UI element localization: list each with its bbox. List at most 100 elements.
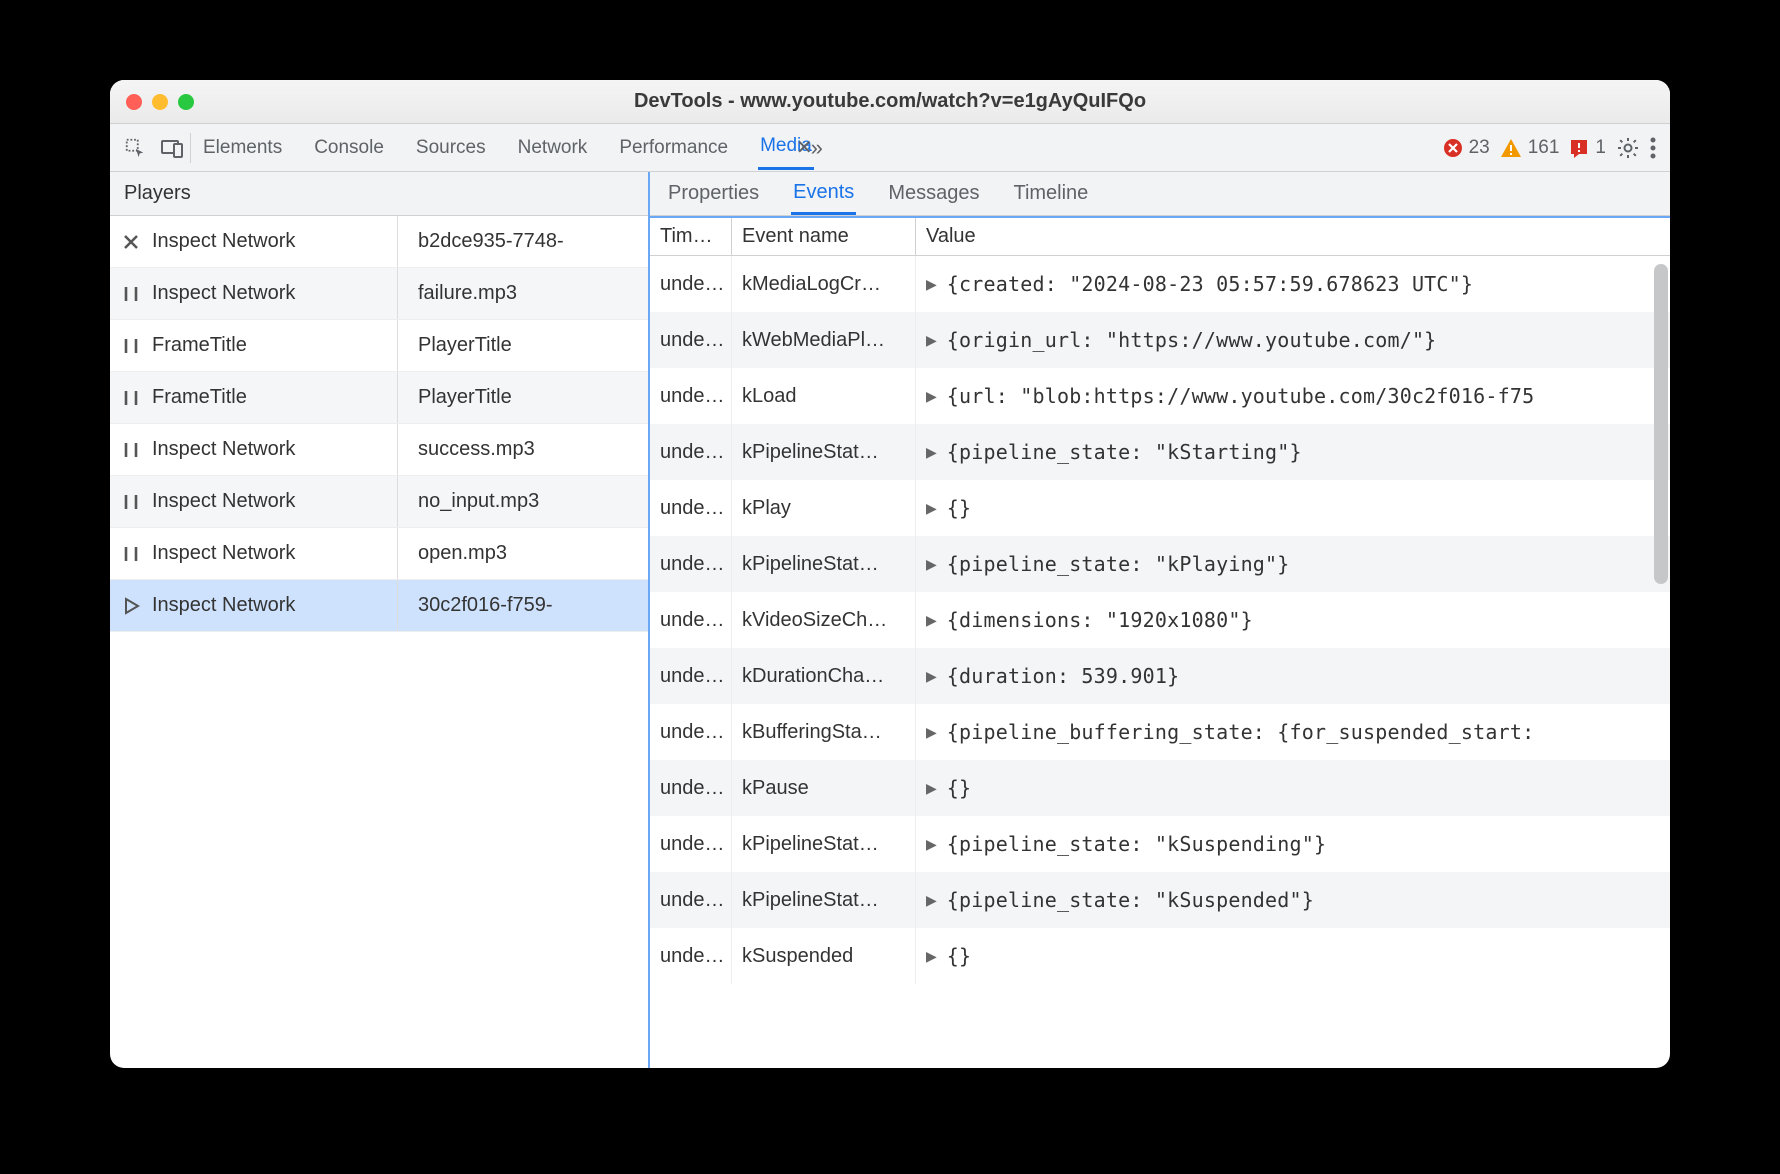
- details-tab-events[interactable]: Events: [791, 173, 856, 215]
- player-frame-title: FrameTitle: [152, 320, 398, 371]
- player-state-icon: [110, 284, 152, 304]
- player-row[interactable]: FrameTitlePlayerTitle: [110, 372, 648, 424]
- disclosure-triangle-icon[interactable]: ▶: [926, 892, 937, 909]
- error-icon: [1443, 138, 1463, 158]
- event-row[interactable]: unde…kLoad▶{url: "blob:https://www.youtu…: [650, 368, 1670, 424]
- tab-elements[interactable]: Elements: [201, 127, 284, 169]
- event-row[interactable]: unde…kPlay▶{}: [650, 480, 1670, 536]
- player-state-icon: [110, 440, 152, 460]
- event-name: kPause: [732, 760, 916, 816]
- settings-icon[interactable]: [1616, 136, 1640, 160]
- player-row[interactable]: Inspect Networksuccess.mp3: [110, 424, 648, 476]
- player-row[interactable]: Inspect Network30c2f016-f759-: [110, 580, 648, 632]
- event-timestamp: unde…: [650, 256, 732, 312]
- player-title: open.mp3: [398, 542, 648, 565]
- warning-count[interactable]: 161: [1500, 137, 1560, 159]
- player-state-icon: [110, 544, 152, 564]
- player-title: PlayerTitle: [398, 386, 648, 409]
- event-timestamp: unde…: [650, 816, 732, 872]
- event-row[interactable]: unde…kPipelineStat…▶{pipeline_state: "kP…: [650, 536, 1670, 592]
- disclosure-triangle-icon[interactable]: ▶: [926, 668, 937, 685]
- event-timestamp: unde…: [650, 704, 732, 760]
- col-value-header[interactable]: Value: [916, 218, 1670, 255]
- event-value: ▶{pipeline_state: "kPlaying"}: [916, 536, 1670, 592]
- event-timestamp: unde…: [650, 928, 732, 984]
- events-table-header: Tim… Event name Value: [650, 216, 1670, 256]
- window-title: DevTools - www.youtube.com/watch?v=e1gAy…: [110, 90, 1670, 113]
- disclosure-triangle-icon[interactable]: ▶: [926, 444, 937, 461]
- details-panel: Properties Events Messages Timeline Tim… Ev…: [650, 172, 1670, 1068]
- event-value: ▶{pipeline_state: "kSuspended"}: [916, 872, 1670, 928]
- event-row[interactable]: unde…kVideoSizeCh…▶{dimensions: "1920x10…: [650, 592, 1670, 648]
- event-value: ▶{url: "blob:https://www.youtube.com/30c…: [916, 368, 1670, 424]
- event-name: kBufferingSta…: [732, 704, 916, 760]
- details-tab-properties[interactable]: Properties: [666, 174, 761, 213]
- col-event-header[interactable]: Event name: [732, 218, 916, 255]
- player-title: 30c2f016-f759-: [398, 594, 648, 617]
- disclosure-triangle-icon[interactable]: ▶: [926, 836, 937, 853]
- event-timestamp: unde…: [650, 480, 732, 536]
- event-row[interactable]: unde…kWebMediaPl…▶{origin_url: "https://…: [650, 312, 1670, 368]
- disclosure-triangle-icon[interactable]: ▶: [926, 332, 937, 349]
- event-row[interactable]: unde…kDurationCha…▶{duration: 539.901}: [650, 648, 1670, 704]
- tab-network[interactable]: Network: [516, 127, 590, 169]
- disclosure-triangle-icon[interactable]: ▶: [926, 556, 937, 573]
- event-row[interactable]: unde…kSuspended▶{}: [650, 928, 1670, 984]
- disclosure-triangle-icon[interactable]: ▶: [926, 612, 937, 629]
- issues-count[interactable]: 1: [1569, 137, 1606, 159]
- titlebar: DevTools - www.youtube.com/watch?v=e1gAy…: [110, 80, 1670, 124]
- disclosure-triangle-icon[interactable]: ▶: [926, 500, 937, 517]
- disclosure-triangle-icon[interactable]: ▶: [926, 724, 937, 741]
- scrollbar-thumb[interactable]: [1654, 264, 1668, 584]
- tab-sources[interactable]: Sources: [414, 127, 488, 169]
- event-row[interactable]: unde…kPipelineStat…▶{pipeline_state: "kS…: [650, 816, 1670, 872]
- event-row[interactable]: unde…kMediaLogCr…▶{created: "2024-08-23 …: [650, 256, 1670, 312]
- event-name: kLoad: [732, 368, 916, 424]
- player-frame-title: Inspect Network: [152, 528, 398, 579]
- player-title: no_input.mp3: [398, 490, 648, 513]
- col-timestamp-header[interactable]: Tim…: [650, 218, 732, 255]
- player-title: b2dce935-7748-: [398, 230, 648, 253]
- player-frame-title: Inspect Network: [152, 476, 398, 527]
- event-value: ▶{pipeline_buffering_state: {for_suspend…: [916, 704, 1670, 760]
- tab-console[interactable]: Console: [312, 127, 386, 169]
- event-name: kPipelineStat…: [732, 872, 916, 928]
- event-value: ▶{}: [916, 480, 1670, 536]
- player-frame-title: Inspect Network: [152, 268, 398, 319]
- kebab-menu-icon[interactable]: [1650, 137, 1656, 159]
- player-title: failure.mp3: [398, 282, 648, 305]
- issues-icon: [1569, 138, 1589, 158]
- event-row[interactable]: unde…kPipelineStat…▶{pipeline_state: "kS…: [650, 424, 1670, 480]
- disclosure-triangle-icon[interactable]: ▶: [926, 780, 937, 797]
- event-value: ▶{}: [916, 928, 1670, 984]
- device-toolbar-icon[interactable]: [160, 137, 184, 159]
- details-tab-messages[interactable]: Messages: [886, 174, 981, 213]
- player-row[interactable]: Inspect Networkfailure.mp3: [110, 268, 648, 320]
- disclosure-triangle-icon[interactable]: ▶: [926, 388, 937, 405]
- player-state-icon: [110, 336, 152, 356]
- player-row[interactable]: Inspect Networkb2dce935-7748-: [110, 216, 648, 268]
- tab-performance[interactable]: Performance: [617, 127, 730, 169]
- event-timestamp: unde…: [650, 760, 732, 816]
- more-tabs-icon[interactable]: »: [811, 135, 823, 161]
- event-value: ▶{pipeline_state: "kSuspending"}: [916, 816, 1670, 872]
- event-timestamp: unde…: [650, 424, 732, 480]
- error-count[interactable]: 23: [1443, 137, 1490, 159]
- event-row[interactable]: unde…kBufferingSta…▶{pipeline_buffering_…: [650, 704, 1670, 760]
- disclosure-triangle-icon[interactable]: ▶: [926, 948, 937, 965]
- event-value: ▶{dimensions: "1920x1080"}: [916, 592, 1670, 648]
- event-name: kDurationCha…: [732, 648, 916, 704]
- player-row[interactable]: FrameTitlePlayerTitle: [110, 320, 648, 372]
- disclosure-triangle-icon[interactable]: ▶: [926, 276, 937, 293]
- player-row[interactable]: Inspect Networkno_input.mp3: [110, 476, 648, 528]
- devtools-window: DevTools - www.youtube.com/watch?v=e1gAy…: [110, 80, 1670, 1068]
- inspect-element-icon[interactable]: [124, 137, 146, 159]
- event-row[interactable]: unde…kPipelineStat…▶{pipeline_state: "kS…: [650, 872, 1670, 928]
- event-timestamp: unde…: [650, 536, 732, 592]
- event-timestamp: unde…: [650, 592, 732, 648]
- details-tab-timeline[interactable]: Timeline: [1011, 174, 1090, 213]
- players-header: Players: [110, 172, 648, 216]
- player-row[interactable]: Inspect Networkopen.mp3: [110, 528, 648, 580]
- event-value: ▶{origin_url: "https://www.youtube.com/"…: [916, 312, 1670, 368]
- event-row[interactable]: unde…kPause▶{}: [650, 760, 1670, 816]
